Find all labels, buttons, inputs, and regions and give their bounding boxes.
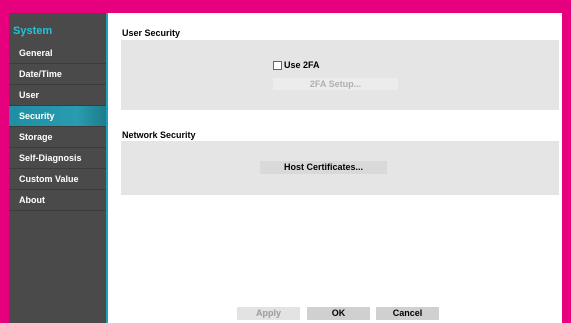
- user-security-panel: Use 2FA 2FA Setup...: [121, 40, 559, 110]
- ok-button[interactable]: OK: [307, 307, 370, 320]
- settings-window: System General Date/Time User Security S…: [9, 13, 562, 323]
- sidebar-item-user[interactable]: User: [9, 85, 106, 106]
- apply-button[interactable]: Apply: [237, 307, 300, 320]
- sidebar-item-date-time[interactable]: Date/Time: [9, 64, 106, 85]
- main-content: User Security Use 2FA 2FA Setup... Netwo…: [108, 13, 562, 323]
- cancel-button[interactable]: Cancel: [376, 307, 439, 320]
- sidebar-item-custom-value[interactable]: Custom Value: [9, 169, 106, 190]
- use-2fa-label: Use 2FA: [284, 60, 320, 70]
- sidebar-item-storage[interactable]: Storage: [9, 127, 106, 148]
- 2fa-setup-button[interactable]: 2FA Setup...: [273, 78, 398, 90]
- sidebar-item-about[interactable]: About: [9, 190, 106, 211]
- host-certificates-button[interactable]: Host Certificates...: [260, 161, 387, 174]
- sidebar-item-general[interactable]: General: [9, 43, 106, 64]
- network-security-title: Network Security: [122, 130, 196, 140]
- sidebar-item-self-diagnosis[interactable]: Self-Diagnosis: [9, 148, 106, 169]
- sidebar: System General Date/Time User Security S…: [9, 13, 108, 323]
- use-2fa-checkbox[interactable]: [273, 60, 282, 70]
- use-2fa-row[interactable]: Use 2FA: [273, 60, 320, 70]
- user-security-title: User Security: [122, 28, 181, 38]
- network-security-panel: Host Certificates...: [121, 141, 559, 195]
- sidebar-item-security[interactable]: Security: [9, 106, 106, 127]
- sidebar-title: System: [13, 25, 53, 37]
